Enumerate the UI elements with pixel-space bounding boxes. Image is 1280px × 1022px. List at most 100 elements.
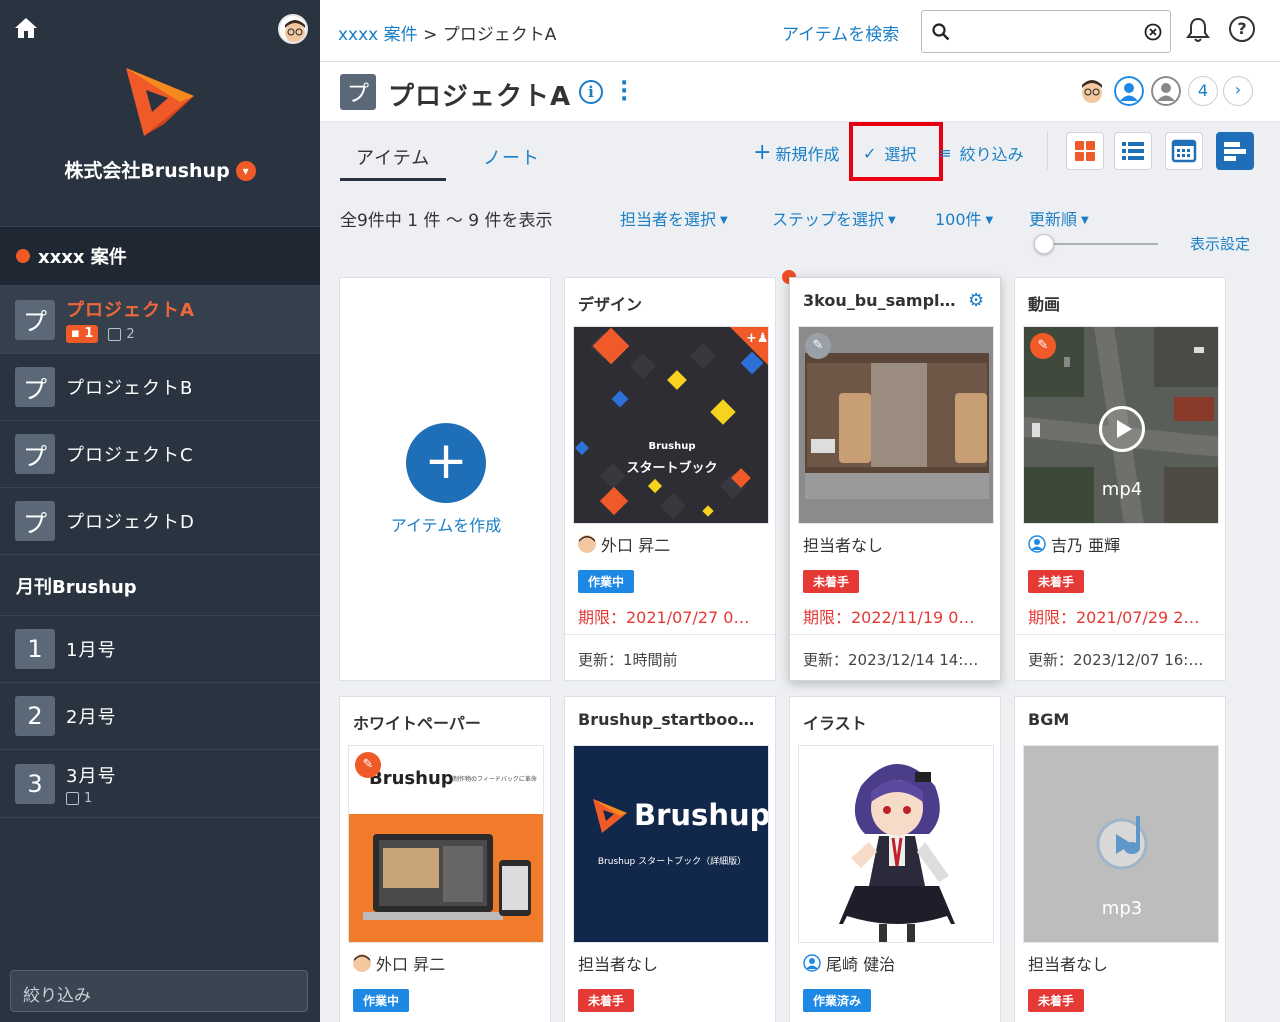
item-title: 3kou_bu_sample…	[803, 291, 963, 310]
item-card[interactable]: BGM mp3 担当者なし 未着手	[1014, 696, 1226, 1022]
item-card[interactable]: 動画 mp4 ✎ 吉乃 亜輝 未着手 期限：2021/07/29 2… 更新：2…	[1014, 277, 1226, 681]
sidebar-item-label: プロジェクトA	[66, 300, 195, 321]
item-thumbnail[interactable]: Brushup 制作物のフィードバックに革命 ✎	[348, 745, 544, 943]
item-thumbnail[interactable]: Brushup Brushup スタートブック（詳細版）	[573, 745, 769, 943]
status-badge: 未着手	[1028, 989, 1085, 1012]
bell-icon[interactable]	[1186, 17, 1210, 47]
item-card[interactable]: Brushup_startbook… Brushup Brushup スタートブ…	[564, 696, 776, 1022]
pin-icon[interactable]: ✎	[1030, 333, 1056, 359]
sidebar-item-feb[interactable]: 2 2月号	[0, 683, 320, 750]
pin-icon[interactable]: ✎	[355, 752, 381, 778]
pin-icon[interactable]: ✎	[805, 333, 831, 359]
item-thumbnail[interactable]: Brushup スタートブック +♟	[573, 326, 769, 524]
status-badge: 未着手	[578, 989, 635, 1012]
create-item-label[interactable]: アイテムを作成	[340, 512, 550, 536]
sidebar-item-label: 1月号	[66, 640, 117, 661]
item-title: BGM	[1028, 710, 1070, 729]
search-input[interactable]	[921, 10, 1171, 53]
sidebar-item-jan[interactable]: 1 1月号	[0, 616, 320, 683]
list-icon	[1122, 142, 1144, 160]
breadcrumb: xxxx 案件 > プロジェクトA	[338, 20, 556, 45]
item-card[interactable]: 3kou_bu_sample… ⚙ ✎ 担当者なし 未着手 期限：2022/11…	[789, 277, 1001, 681]
plus-icon[interactable]: +	[406, 423, 486, 503]
updated-time: 更新：2023/12/14 14:…	[803, 651, 979, 669]
item-card[interactable]: ホワイトペーパー Brushup 制作物のフィードバックに革命 ✎ 外口 昇二 …	[339, 696, 551, 1022]
sidebar: 株式会社Brushup ▾ xxxx 案件 プ プロジェクトA ▪ 1 2 プ プ…	[0, 0, 320, 1022]
new-button[interactable]: + 新規作成	[753, 141, 839, 165]
add-user-icon[interactable]: +♟	[746, 331, 768, 346]
item-thumbnail[interactable]	[798, 745, 994, 943]
member-avatar[interactable]	[1151, 76, 1181, 106]
group-label: xxxx 案件	[38, 247, 127, 268]
assignee: 外口 昇二	[353, 951, 445, 975]
gear-icon[interactable]: ⚙	[968, 290, 984, 311]
filter-button[interactable]: ≡ 絞り込み	[939, 141, 1024, 165]
sidebar-item-project-a[interactable]: プ プロジェクトA ▪ 1 2	[0, 286, 320, 354]
sidebar-item-label: 2月号	[66, 707, 117, 728]
per-page-dropdown[interactable]: 100件 ▼	[935, 206, 993, 230]
more-vertical-icon[interactable]: · · ·	[620, 73, 628, 111]
member-count[interactable]: 4	[1188, 76, 1218, 106]
status-badge: 未着手	[803, 570, 860, 593]
chevron-right-icon[interactable]: ›	[1223, 76, 1253, 106]
help-icon[interactable]: ?	[1229, 16, 1255, 42]
status-badge: 作業中	[353, 989, 410, 1012]
check-count: 1	[84, 790, 93, 806]
assignee-avatar	[353, 954, 371, 972]
slider-handle[interactable]	[1034, 234, 1054, 254]
create-item-card[interactable]: + アイテムを作成	[339, 277, 551, 681]
breadcrumb-current: プロジェクトA	[442, 25, 557, 45]
grid-icon	[1075, 141, 1095, 161]
company-name[interactable]: 株式会社Brushup ▾	[0, 156, 320, 183]
item-card[interactable]: デザイン Brushup スタートブック +♟ 外口 昇二 作業中 期限：202…	[564, 277, 776, 681]
sidebar-item-mar[interactable]: 3 3月号 1	[0, 750, 320, 818]
assignee: 外口 昇二	[578, 532, 670, 556]
item-thumbnail[interactable]: ✎	[798, 326, 994, 524]
check-count: 2	[126, 326, 135, 342]
thumb-brand: Brushup	[634, 798, 769, 832]
item-title: イラスト	[803, 714, 867, 733]
divider	[790, 634, 1000, 635]
clear-icon[interactable]	[1144, 23, 1162, 41]
sidebar-item-project-d[interactable]: プ プロジェクトD	[0, 488, 320, 555]
calendar-view-button[interactable]	[1165, 132, 1203, 170]
search-items-link[interactable]: アイテムを検索	[782, 20, 899, 45]
grid-view-button[interactable]	[1066, 132, 1104, 170]
step-dropdown[interactable]: ステップを選択 ▼	[772, 206, 896, 230]
topbar: xxxx 案件 > プロジェクトA アイテムを検索 ?	[320, 0, 1280, 62]
member-avatar[interactable]	[1114, 76, 1144, 106]
deadline: 期限：2021/07/29 2…	[1028, 608, 1200, 627]
member-avatar[interactable]	[1077, 76, 1107, 106]
info-icon[interactable]: i	[579, 80, 603, 104]
filter-icon: ≡	[939, 144, 952, 162]
caret-down-icon: ▼	[1081, 215, 1089, 226]
item-card[interactable]: イラスト 尾崎 健治 作業済み	[789, 696, 1001, 1022]
gantt-view-button[interactable]	[1216, 132, 1254, 170]
sidebar-item-project-b[interactable]: プ プロジェクトB	[0, 354, 320, 421]
user-avatar[interactable]	[278, 14, 308, 44]
assignee: 担当者なし	[803, 536, 884, 555]
tab-bar: アイテム ノート + 新規作成 ✓ 選択 ≡ 絞り込み	[320, 122, 1280, 182]
display-settings-link[interactable]: 表示設定	[1190, 233, 1250, 254]
thumb-subtitle: Brushup スタートブック（詳細版）	[597, 857, 747, 867]
tab-items[interactable]: アイテム	[340, 144, 447, 181]
list-view-button[interactable]	[1114, 132, 1152, 170]
breadcrumb-link[interactable]: xxxx 案件	[338, 25, 418, 45]
item-thumbnail[interactable]: mp4 ✎	[1023, 326, 1219, 524]
thumb-label: mp4	[1101, 479, 1143, 500]
item-title: Brushup_startbook…	[578, 710, 762, 729]
page-title: プロジェクトA	[388, 82, 572, 112]
checkbox-icon	[108, 327, 122, 341]
play-icon[interactable]	[1099, 406, 1145, 452]
project-badge: プ	[15, 501, 55, 541]
assignee-dropdown[interactable]: 担当者を選択 ▼	[620, 206, 728, 230]
tab-notes[interactable]: ノート	[483, 144, 540, 170]
home-icon[interactable]	[14, 16, 38, 44]
sidebar-item-project-c[interactable]: プ プロジェクトC	[0, 421, 320, 488]
item-thumbnail[interactable]: mp3	[1023, 745, 1219, 943]
sidebar-item-label: 3月号	[66, 765, 117, 787]
sort-dropdown[interactable]: 更新順 ▼	[1029, 206, 1089, 230]
sidebar-filter-input[interactable]: 絞り込み	[10, 970, 308, 1012]
project-badge: プ	[15, 299, 55, 340]
issue-badge: 2	[15, 696, 55, 736]
